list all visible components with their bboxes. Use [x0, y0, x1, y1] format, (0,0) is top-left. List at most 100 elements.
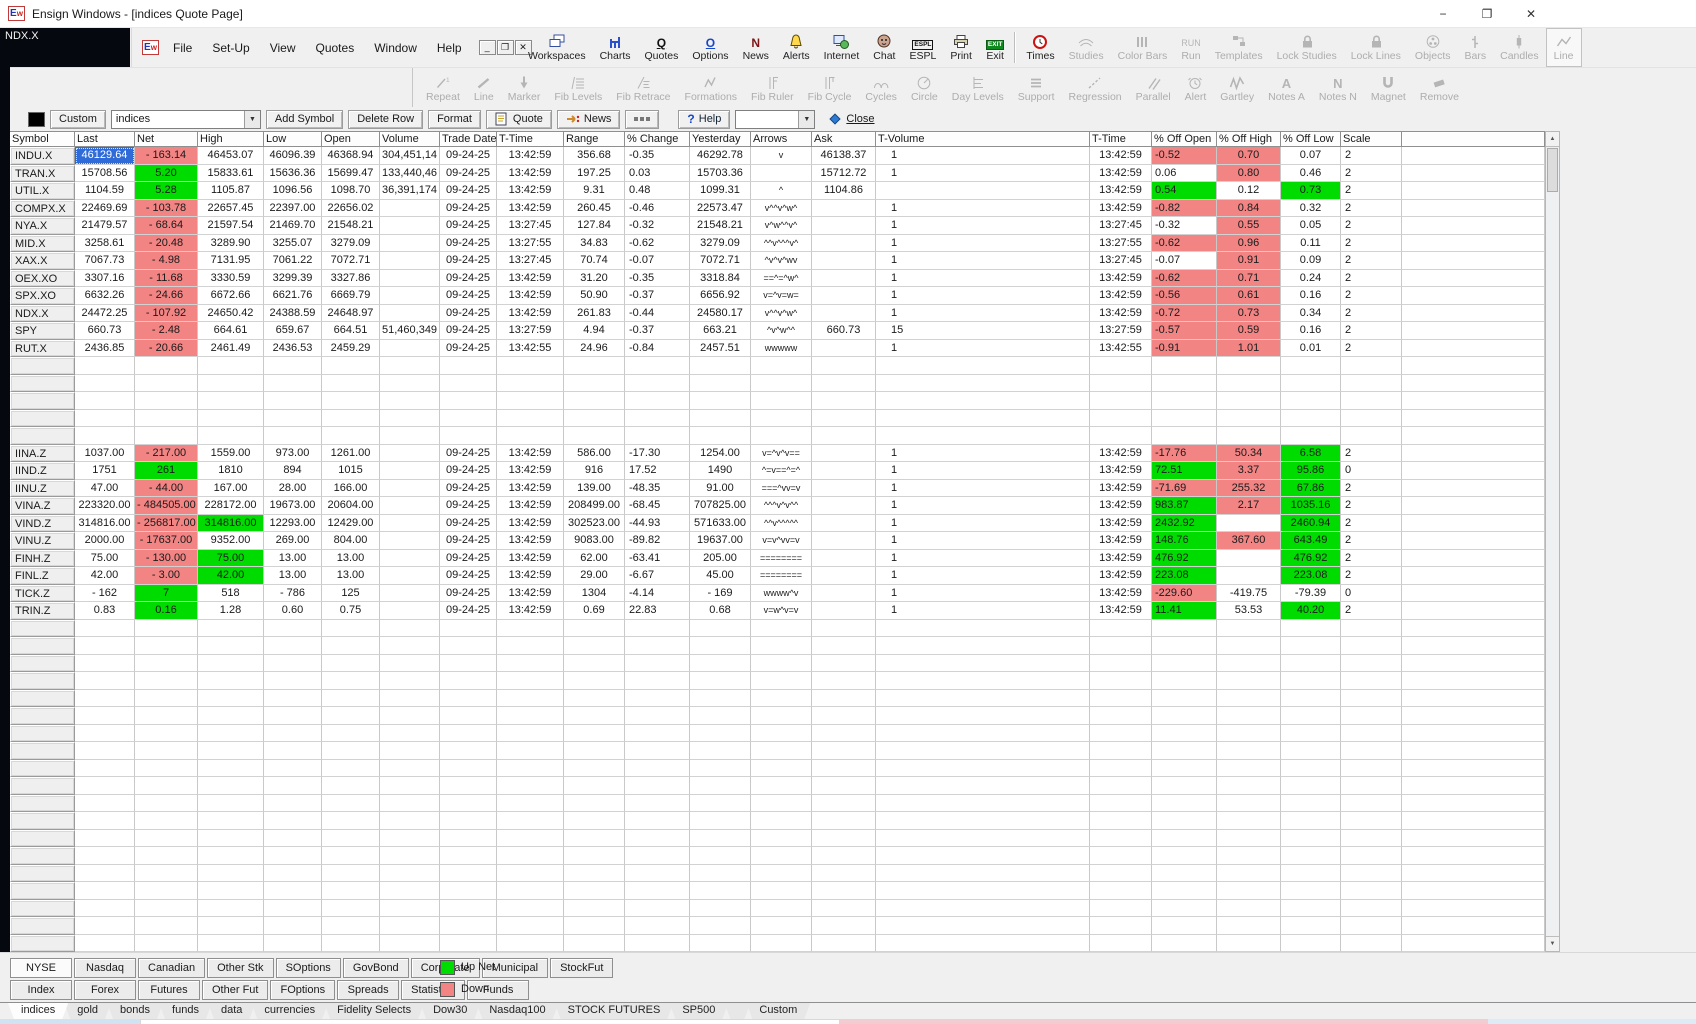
quote-cell[interactable]: - 68.64 — [135, 217, 198, 235]
quote-cell[interactable]: 125 — [322, 585, 380, 603]
quote-cell[interactable]: ^=v==^=^ — [751, 462, 812, 480]
quote-cell[interactable]: 22573.47 — [690, 200, 751, 218]
quote-cell[interactable]: - 20.48 — [135, 235, 198, 253]
exit-toolbar-button[interactable]: EXITExit — [979, 28, 1011, 67]
menu-file[interactable]: File — [163, 38, 202, 58]
quote-cell[interactable]: 9.31 — [564, 182, 625, 200]
quote-cell[interactable]: 1 — [876, 235, 1090, 253]
quote-cell[interactable]: 2461.49 — [198, 340, 264, 358]
quote-cell[interactable]: 2457.51 — [690, 340, 751, 358]
quote-cell[interactable]: -0.07 — [625, 252, 690, 270]
symbol-cell[interactable]: IINA.Z — [10, 445, 75, 463]
circle-tool-button[interactable]: Circle — [904, 68, 945, 108]
quote-cell[interactable]: 13:42:59 — [497, 445, 564, 463]
vertical-scrollbar[interactable]: ▲ ▼ — [1545, 131, 1560, 952]
scroll-down-arrow-icon[interactable]: ▼ — [1546, 936, 1559, 951]
quote-cell[interactable] — [380, 567, 440, 585]
day-levels-tool-button[interactable]: Day Levels — [945, 68, 1011, 108]
symbol-cell[interactable] — [10, 830, 75, 848]
line-tool-button[interactable]: Line — [467, 68, 501, 108]
quote-cell[interactable]: 13.00 — [264, 550, 322, 568]
symbol-cell[interactable]: NYA.X — [10, 217, 75, 235]
quote-cell[interactable]: 13:42:59 — [1090, 532, 1152, 550]
quote-cell[interactable]: wwwww — [751, 340, 812, 358]
quote-cell[interactable]: 1304 — [564, 585, 625, 603]
quote-cell[interactable]: 2436.85 — [75, 340, 135, 358]
quote-cell[interactable]: 15708.56 — [75, 165, 135, 183]
symbol-cell[interactable]: TRAN.X — [10, 165, 75, 183]
quote-cell[interactable]: 4.94 — [564, 322, 625, 340]
quote-cell[interactable]: 70.74 — [564, 252, 625, 270]
quote-cell[interactable]: 09-24-25 — [440, 515, 497, 533]
quote-cell[interactable] — [1402, 585, 1545, 603]
quote-cell[interactable]: 21479.57 — [75, 217, 135, 235]
symbol-cell[interactable]: XAX.X — [10, 252, 75, 270]
sheet-tab-custom[interactable]: Custom — [746, 1003, 810, 1019]
symbol-cell[interactable]: MID.X — [10, 235, 75, 253]
quote-cell[interactable]: 208499.00 — [564, 497, 625, 515]
quote-cell[interactable]: -17.30 — [625, 445, 690, 463]
symbol-cell[interactable]: SPX.XO — [10, 287, 75, 305]
remove-tool-button[interactable]: Remove — [1413, 68, 1466, 108]
quote-cell[interactable]: 13:42:59 — [1090, 497, 1152, 515]
quote-cell[interactable]: 2 — [1341, 252, 1402, 270]
symbol-cell[interactable] — [10, 935, 75, 953]
category-button-spreads[interactable]: Spreads — [337, 980, 399, 1000]
quote-cell[interactable]: - 162 — [75, 585, 135, 603]
quote-cell[interactable] — [1402, 235, 1545, 253]
quote-cell[interactable]: 261 — [135, 462, 198, 480]
quote-cell[interactable]: 09-24-25 — [440, 200, 497, 218]
quote-cell[interactable]: -0.84 — [625, 340, 690, 358]
quote-cell[interactable]: 46129.64 — [75, 147, 135, 165]
quote-cell[interactable]: - 484505.00 — [135, 497, 198, 515]
quote-cell[interactable] — [812, 217, 876, 235]
quote-cell[interactable]: - 11.68 — [135, 270, 198, 288]
quote-cell[interactable]: 0.03 — [625, 165, 690, 183]
quote-cell[interactable]: 0.07 — [1281, 147, 1341, 165]
quote-cell[interactable]: 367.60 — [1217, 532, 1281, 550]
quote-cell[interactable]: -89.82 — [625, 532, 690, 550]
quote-cell[interactable]: 95.86 — [1281, 462, 1341, 480]
quote-cell[interactable]: 3318.84 — [690, 270, 751, 288]
quote-cell[interactable]: 09-24-25 — [440, 270, 497, 288]
quote-cell[interactable]: 0 — [1341, 585, 1402, 603]
category-button-canadian[interactable]: Canadian — [138, 958, 205, 978]
run-toolbar-button[interactable]: RUNRun — [1174, 28, 1208, 67]
quote-cell[interactable]: - 2.48 — [135, 322, 198, 340]
quote-cell[interactable]: 1 — [876, 340, 1090, 358]
scroll-up-arrow-icon[interactable]: ▲ — [1546, 132, 1559, 147]
gartley-tool-button[interactable]: Gartley — [1213, 68, 1261, 108]
quote-cell[interactable] — [1217, 515, 1281, 533]
quote-cell[interactable]: ==^=^w^ — [751, 270, 812, 288]
quote-cell[interactable] — [380, 445, 440, 463]
quote-cell[interactable]: 269.00 — [264, 532, 322, 550]
symbol-cell[interactable] — [10, 725, 75, 743]
quote-cell[interactable]: 2 — [1341, 515, 1402, 533]
quote-cell[interactable] — [1402, 270, 1545, 288]
quote-cell[interactable]: -0.35 — [625, 270, 690, 288]
category-button-nyse[interactable]: NYSE — [10, 958, 72, 978]
quote-cell[interactable]: -0.35 — [625, 147, 690, 165]
quote-cell[interactable]: 916 — [564, 462, 625, 480]
quote-cell[interactable]: 47.00 — [75, 480, 135, 498]
quote-cell[interactable]: 13:42:59 — [497, 550, 564, 568]
quote-cell[interactable]: 127.84 — [564, 217, 625, 235]
quote-cell[interactable]: - 4.98 — [135, 252, 198, 270]
quote-cell[interactable]: 2 — [1341, 480, 1402, 498]
category-button-foptions[interactable]: FOptions — [270, 980, 335, 1000]
category-button-stockfut[interactable]: StockFut — [550, 958, 613, 978]
quote-cell[interactable]: 7072.71 — [322, 252, 380, 270]
quote-cell[interactable]: 664.61 — [198, 322, 264, 340]
quote-cell[interactable] — [380, 497, 440, 515]
quote-cell[interactable]: 9352.00 — [198, 532, 264, 550]
symbol-cell[interactable]: TICK.Z — [10, 585, 75, 603]
options-toolbar-button[interactable]: OOptions — [685, 28, 735, 67]
quote-cell[interactable]: 13:42:59 — [497, 585, 564, 603]
quote-cell[interactable] — [1402, 532, 1545, 550]
symbol-cell[interactable] — [10, 392, 75, 410]
symbol-cell[interactable] — [10, 865, 75, 883]
quote-cell[interactable]: 2000.00 — [75, 532, 135, 550]
quote-cell[interactable]: 1 — [876, 147, 1090, 165]
quote-cell[interactable] — [1402, 462, 1545, 480]
quote-cell[interactable]: 40.20 — [1281, 602, 1341, 620]
